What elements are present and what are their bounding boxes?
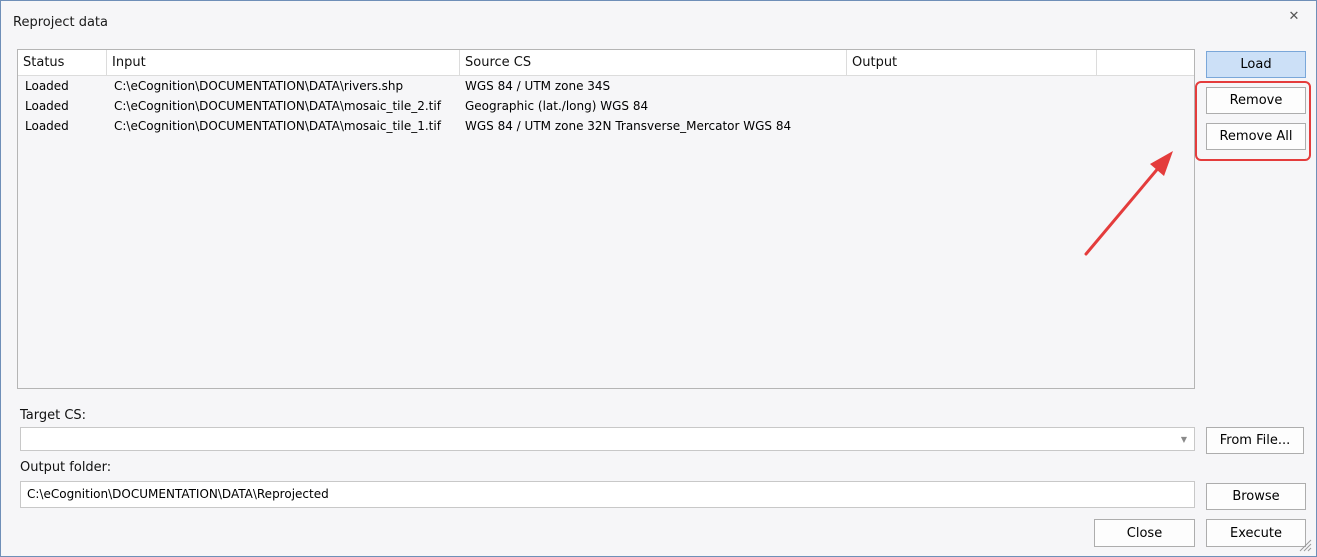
cell-input: C:\eCognition\DOCUMENTATION\DATA\rivers.… <box>114 79 404 93</box>
column-header-status[interactable]: Status <box>18 50 107 75</box>
output-folder-field[interactable]: C:\eCognition\DOCUMENTATION\DATA\Reproje… <box>20 481 1195 508</box>
column-header-source-cs[interactable]: Source CS <box>460 50 847 75</box>
column-header-output[interactable]: Output <box>847 50 1097 75</box>
cell-output <box>847 96 854 116</box>
cell-input: C:\eCognition\DOCUMENTATION\DATA\mosaic_… <box>114 99 441 113</box>
output-folder-label: Output folder: <box>20 460 112 475</box>
cell-output <box>847 116 854 136</box>
target-cs-dropdown[interactable]: ▼ <box>20 427 1195 451</box>
target-cs-label: Target CS: <box>20 408 87 423</box>
cell-output <box>847 76 854 96</box>
close-icon[interactable]: ✕ <box>1283 6 1305 26</box>
resize-grip-icon[interactable] <box>1297 537 1313 553</box>
grid-header: Status Input Source CS Output <box>18 50 1194 76</box>
load-button[interactable]: Load <box>1206 51 1306 78</box>
reproject-dialog: Reproject data ✕ Status Input Source CS … <box>0 0 1317 557</box>
table-row[interactable]: Loaded C:\eCognition\DOCUMENTATION\DATA\… <box>18 76 1194 96</box>
cell-status: Loaded <box>25 119 69 133</box>
dialog-title: Reproject data <box>13 15 108 30</box>
column-header-empty <box>1097 50 1194 75</box>
cell-status: Loaded <box>25 79 69 93</box>
table-row[interactable]: Loaded C:\eCognition\DOCUMENTATION\DATA\… <box>18 116 1194 136</box>
table-row[interactable]: Loaded C:\eCognition\DOCUMENTATION\DATA\… <box>18 96 1194 116</box>
column-header-input[interactable]: Input <box>107 50 460 75</box>
chevron-down-icon[interactable]: ▼ <box>1174 428 1194 450</box>
browse-button[interactable]: Browse <box>1206 483 1306 510</box>
cell-source-cs: Geographic (lat./long) WGS 84 <box>465 99 649 113</box>
close-button[interactable]: Close <box>1094 519 1195 547</box>
from-file-button[interactable]: From File... <box>1206 427 1304 454</box>
annotation-highlight-box <box>1195 81 1311 161</box>
cell-source-cs: WGS 84 / UTM zone 32N Transverse_Mercato… <box>465 119 792 133</box>
execute-button[interactable]: Execute <box>1206 519 1306 547</box>
cell-source-cs: WGS 84 / UTM zone 34S <box>465 79 611 93</box>
cell-status: Loaded <box>25 99 69 113</box>
data-grid[interactable]: Status Input Source CS Output Loaded C:\… <box>17 49 1195 389</box>
cell-input: C:\eCognition\DOCUMENTATION\DATA\mosaic_… <box>114 119 441 133</box>
